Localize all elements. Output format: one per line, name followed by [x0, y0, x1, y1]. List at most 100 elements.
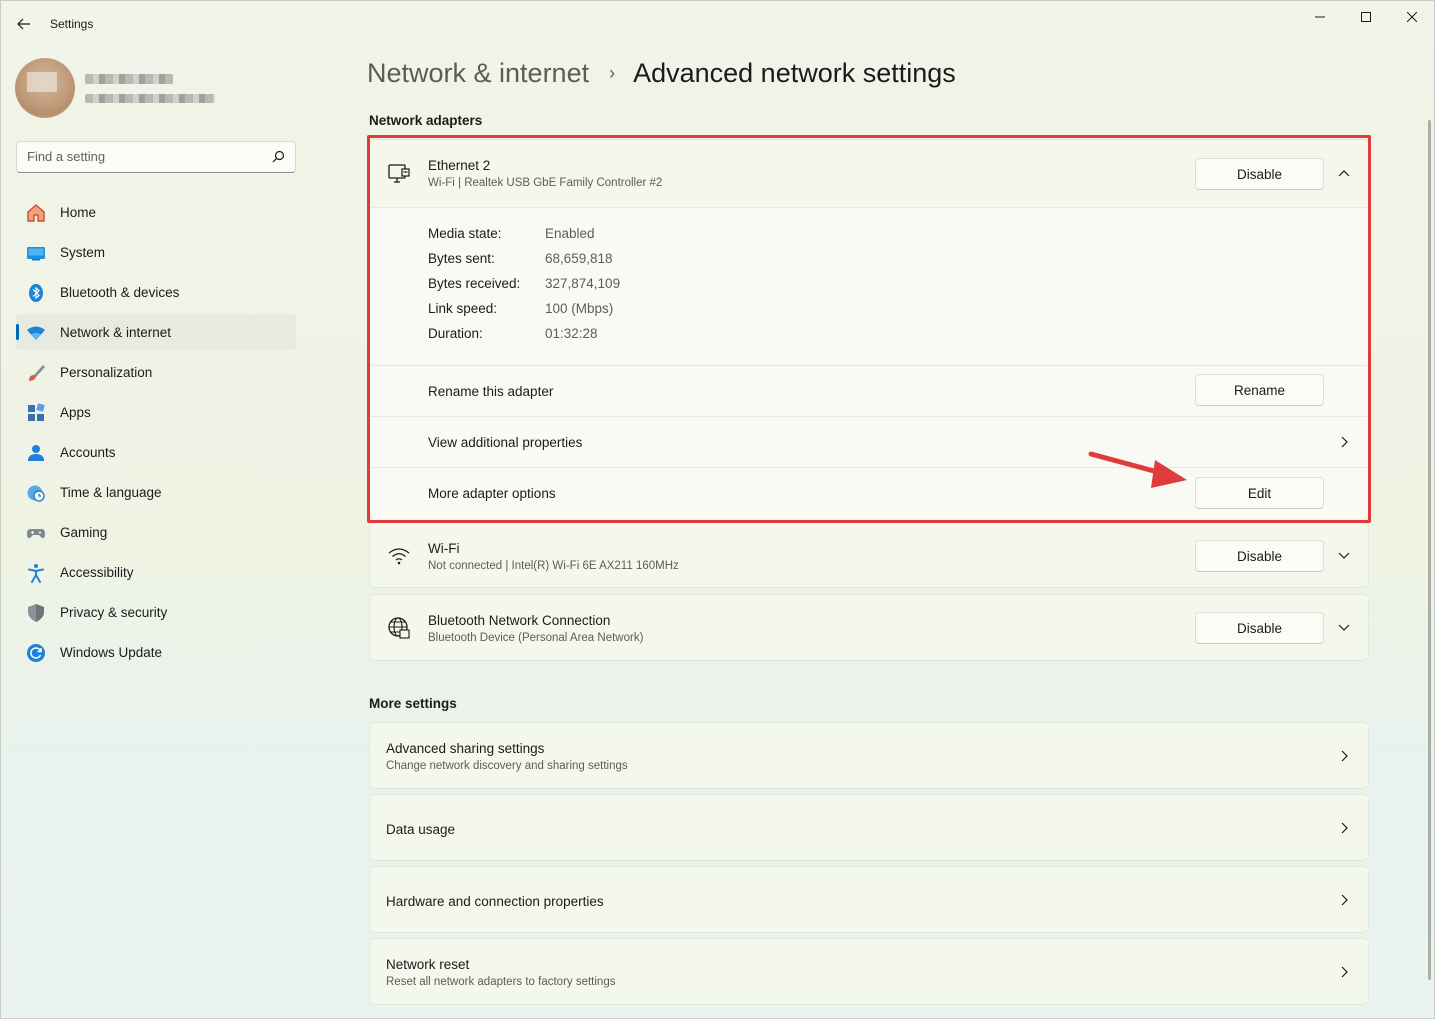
- sidebar-item-accessibility[interactable]: Accessibility: [16, 554, 296, 590]
- rename-adapter-row: Rename this adapter Rename: [370, 366, 1368, 416]
- bluetooth-icon: [26, 283, 46, 303]
- sidebar-item-label: Apps: [60, 405, 91, 420]
- chevron-right-icon: [1335, 433, 1353, 451]
- sidebar-item-bluetooth[interactable]: Bluetooth & devices: [16, 274, 296, 310]
- sidebar-item-system[interactable]: System: [16, 234, 296, 270]
- view-properties-row[interactable]: View additional properties: [370, 417, 1368, 467]
- breadcrumb-separator: ›: [609, 63, 616, 83]
- chevron-up-icon[interactable]: [1335, 164, 1353, 182]
- sidebar-item-label: Home: [60, 205, 97, 220]
- rename-adapter-label: Rename this adapter: [428, 384, 554, 399]
- adapter-description: Bluetooth Device (Personal Area Network): [428, 632, 644, 644]
- ethernet-icon: [387, 161, 411, 185]
- sidebar-item-label: Accounts: [60, 445, 116, 460]
- back-button[interactable]: [10, 12, 38, 36]
- scrollbar[interactable]: [1428, 120, 1431, 980]
- detail-value: 100 (Mbps): [545, 301, 614, 316]
- chevron-right-icon: [1335, 891, 1353, 909]
- more-adapter-options-label: More adapter options: [428, 486, 556, 501]
- profile-name: [85, 74, 173, 84]
- account-icon: [26, 443, 46, 463]
- profile-email: [85, 94, 215, 103]
- chevron-right-icon: [1335, 963, 1353, 981]
- sidebar-item-accounts[interactable]: Accounts: [16, 434, 296, 470]
- back-arrow-icon: [17, 18, 30, 30]
- disable-ethernet-button[interactable]: Disable: [1195, 158, 1324, 190]
- sidebar-item-privacy[interactable]: Privacy & security: [16, 594, 296, 630]
- chevron-down-icon[interactable]: [1335, 547, 1353, 565]
- globe-network-icon: [387, 616, 411, 640]
- sidebar-item-label: System: [60, 245, 106, 260]
- brush-icon: [26, 363, 46, 383]
- view-properties-label: View additional properties: [428, 435, 583, 450]
- sidebar-item-gaming[interactable]: Gaming: [16, 514, 296, 550]
- chevron-right-icon: [1335, 819, 1353, 837]
- clock-globe-icon: [26, 483, 46, 503]
- adapter-card-wifi[interactable]: Wi-Fi Not connected | Intel(R) Wi-Fi 6E …: [369, 522, 1369, 588]
- setting-title: Data usage: [386, 822, 456, 837]
- detail-value: 01:32:28: [545, 326, 598, 341]
- sidebar-item-label: Bluetooth & devices: [60, 285, 180, 300]
- detail-value: 68,659,818: [545, 251, 613, 266]
- sidebar-item-personalization[interactable]: Personalization: [16, 354, 296, 390]
- adapter-description: Not connected | Intel(R) Wi-Fi 6E AX211 …: [428, 560, 679, 572]
- sidebar-item-windows-update[interactable]: Windows Update: [16, 634, 296, 670]
- wifi-icon: [26, 323, 46, 343]
- shield-icon: [26, 603, 46, 623]
- title-bar: Settings: [0, 0, 1435, 48]
- sidebar-item-label: Personalization: [60, 365, 153, 380]
- search-input[interactable]: [27, 149, 257, 164]
- sidebar-item-time-language[interactable]: Time & language: [16, 474, 296, 510]
- minimize-button[interactable]: [1300, 6, 1340, 28]
- adapter-card-bluetooth-network[interactable]: Bluetooth Network Connection Bluetooth D…: [369, 594, 1369, 661]
- adapter-details: Media state: Enabled Bytes sent: 68,659,…: [370, 208, 1368, 364]
- disable-wifi-button[interactable]: Disable: [1195, 540, 1324, 572]
- setting-subtitle: Reset all network adapters to factory se…: [386, 976, 616, 988]
- more-setting-advanced-sharing[interactable]: Advanced sharing settings Change network…: [369, 722, 1369, 789]
- sidebar-item-network[interactable]: Network & internet: [16, 314, 296, 350]
- sidebar-nav: Home System Bluetooth & devices Network …: [16, 194, 296, 674]
- minimize-icon: [1315, 16, 1325, 18]
- adapter-description: Wi-Fi | Realtek USB GbE Family Controlle…: [428, 177, 663, 189]
- setting-subtitle: Change network discovery and sharing set…: [386, 760, 628, 772]
- breadcrumb: Network & internet › Advanced network se…: [367, 58, 956, 89]
- sidebar-item-label: Network & internet: [60, 325, 172, 340]
- search-icon[interactable]: [272, 150, 285, 168]
- update-icon: [26, 643, 46, 663]
- user-profile[interactable]: [15, 56, 295, 118]
- setting-title: Advanced sharing settings: [386, 741, 545, 756]
- sidebar-item-label: Accessibility: [60, 565, 134, 580]
- section-title-network-adapters: Network adapters: [369, 113, 483, 128]
- close-button[interactable]: [1392, 6, 1432, 28]
- maximize-button[interactable]: [1346, 6, 1386, 28]
- setting-title: Network reset: [386, 957, 470, 972]
- chevron-down-icon[interactable]: [1335, 619, 1353, 637]
- adapter-name: Ethernet 2: [428, 158, 491, 173]
- disable-bluetooth-network-button[interactable]: Disable: [1195, 612, 1324, 644]
- edit-button[interactable]: Edit: [1195, 477, 1324, 509]
- sidebar-item-label: Gaming: [60, 525, 108, 540]
- avatar: [15, 58, 75, 118]
- sidebar-item-home[interactable]: Home: [16, 194, 296, 230]
- more-setting-data-usage[interactable]: Data usage: [369, 794, 1369, 861]
- detail-key: Duration:: [428, 326, 483, 341]
- more-setting-hardware-connection[interactable]: Hardware and connection properties: [369, 866, 1369, 933]
- sidebar-item-apps[interactable]: Apps: [16, 394, 296, 430]
- wifi-signal-icon: [387, 544, 411, 568]
- apps-icon: [26, 403, 46, 423]
- detail-key: Bytes received:: [428, 276, 521, 291]
- home-icon: [26, 203, 46, 223]
- rename-button[interactable]: Rename: [1195, 374, 1324, 406]
- gamepad-icon: [26, 523, 46, 543]
- search-box[interactable]: [16, 141, 296, 173]
- sidebar-item-label: Windows Update: [60, 645, 163, 660]
- breadcrumb-parent-link[interactable]: Network & internet: [367, 58, 589, 89]
- sidebar-item-label: Time & language: [60, 485, 162, 500]
- more-setting-network-reset[interactable]: Network reset Reset all network adapters…: [369, 938, 1369, 1005]
- detail-key: Bytes sent:: [428, 251, 495, 266]
- detail-value: 327,874,109: [545, 276, 621, 291]
- more-adapter-options-row: More adapter options Edit: [370, 468, 1368, 519]
- setting-title: Hardware and connection properties: [386, 894, 604, 909]
- adapter-header-ethernet[interactable]: Ethernet 2 Wi-Fi | Realtek USB GbE Famil…: [370, 140, 1368, 207]
- system-icon: [26, 243, 46, 263]
